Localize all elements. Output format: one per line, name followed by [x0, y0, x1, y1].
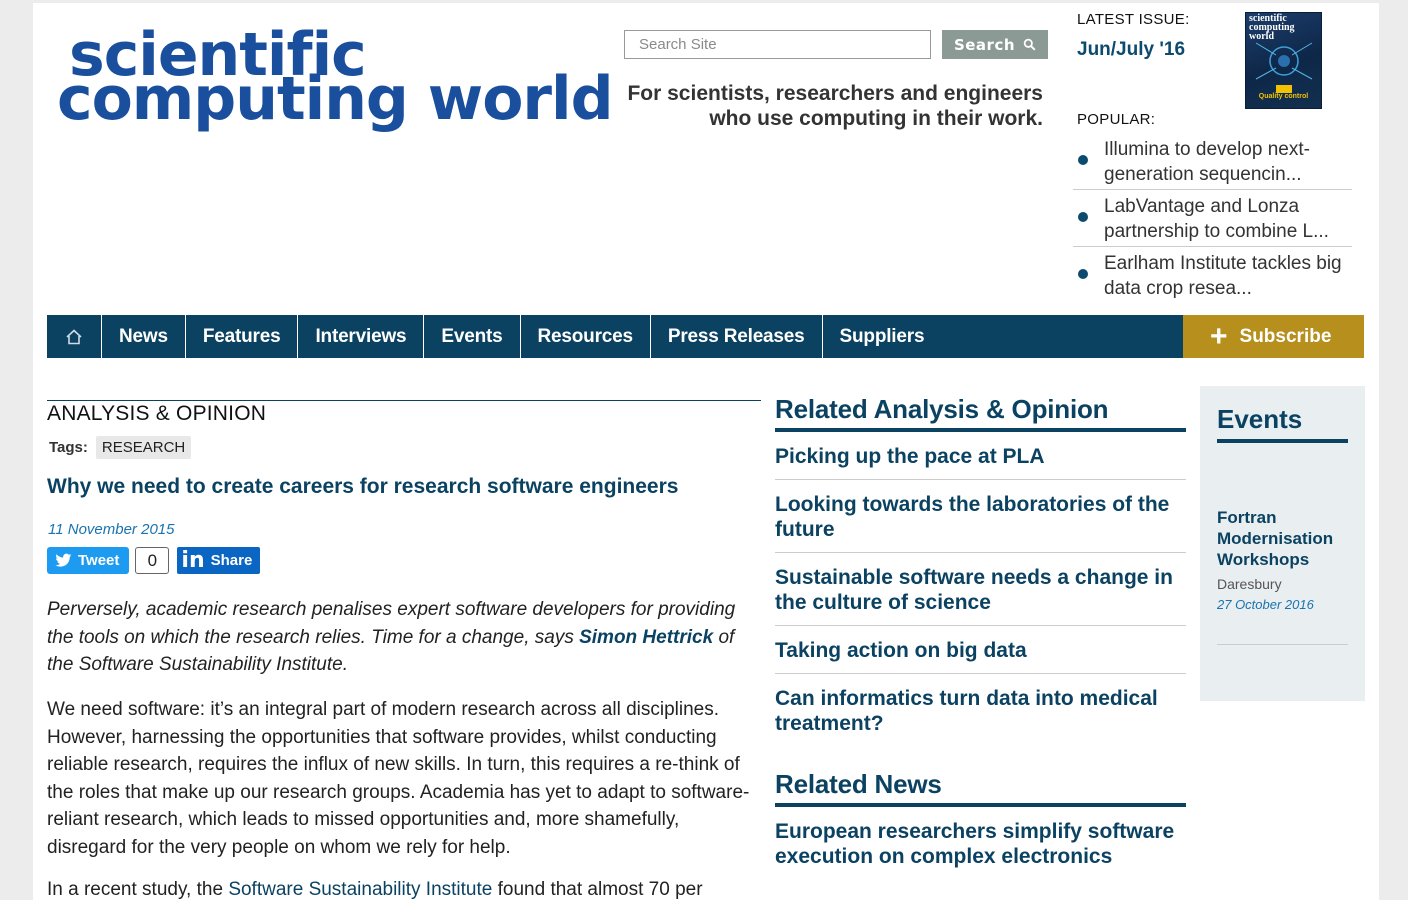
section-heading: ANALYSIS & OPINION — [47, 400, 761, 426]
paragraph-text: In a recent study, the — [47, 879, 229, 900]
home-button[interactable] — [47, 315, 102, 358]
article-paragraph: We need software: it’s an integral part … — [47, 699, 750, 858]
article-paragraph: In a recent study, the Software Sustaina… — [47, 876, 761, 900]
linkedin-icon: in — [181, 548, 205, 573]
tagline-line-1: For scientists, researchers and engineer… — [627, 82, 1043, 105]
event-location: Daresbury — [1217, 576, 1282, 592]
popular-item[interactable]: LabVantage and Lonza partnership to comb… — [1073, 190, 1352, 247]
event-date: 27 October 2016 — [1217, 597, 1348, 645]
tweet-button[interactable]: Tweet — [47, 547, 130, 574]
tweet-count: 0 — [135, 547, 170, 574]
site-logo[interactable]: scientific computing world — [57, 25, 614, 134]
related-news-list: European researchers simplify software e… — [775, 807, 1186, 879]
related-analysis-item[interactable]: Can informatics turn data into medical t… — [775, 674, 1186, 746]
related-news: Related News European researchers simpli… — [775, 769, 1186, 879]
search-input[interactable] — [624, 30, 931, 59]
related-analysis-item[interactable]: Picking up the pace at PLA — [775, 432, 1186, 480]
related-analysis-item[interactable]: Looking towards the laboratories of the … — [775, 480, 1186, 553]
cover-caption: Quality control — [1258, 93, 1309, 100]
home-icon — [66, 328, 82, 344]
related-analysis-list: Picking up the pace at PLA Looking towar… — [775, 432, 1186, 746]
tagline-line-2: who use computing in their work. — [709, 107, 1043, 130]
nav-news[interactable]: News — [102, 315, 186, 358]
search-button[interactable]: Search — [942, 30, 1048, 59]
latest-issue-link[interactable]: Jun/July '16 — [1077, 39, 1185, 61]
page: scientific computing world Search For sc… — [33, 3, 1379, 900]
tags-label: Tags: — [49, 439, 88, 456]
bullet-icon — [1078, 269, 1088, 279]
search-button-label: Search — [953, 35, 1016, 54]
related-analysis: Related Analysis & Opinion Picking up th… — [775, 394, 1186, 746]
article-standfirst: Perversely, academic research penalises … — [47, 596, 761, 679]
twitter-bird-icon — [55, 553, 72, 567]
subscribe-label: Subscribe — [1239, 325, 1332, 347]
popular-list: Illumina to develop next-generation sequ… — [1073, 133, 1352, 304]
ssi-link[interactable]: Software Sustainability Institute — [228, 879, 492, 900]
popular-item[interactable]: Illumina to develop next-generation sequ… — [1073, 133, 1352, 190]
share-buttons: Tweet 0 in Share — [47, 547, 261, 574]
related-analysis-item[interactable]: Sustainable software needs a change in t… — [775, 553, 1186, 626]
article-date: 11 November 2015 — [48, 521, 175, 538]
popular-item-text: Earlham Institute tackles big data crop … — [1104, 253, 1342, 299]
related-news-item[interactable]: European researchers simplify software e… — [775, 807, 1186, 879]
site-tagline: For scientists, researchers and engineer… — [553, 81, 1043, 131]
nav-resources[interactable]: Resources — [521, 315, 651, 358]
author-link[interactable]: Simon Hettrick — [579, 627, 713, 648]
popular-item[interactable]: Earlham Institute tackles big data crop … — [1073, 247, 1352, 304]
popular-item-text: LabVantage and Lonza partnership to comb… — [1104, 196, 1329, 242]
main-nav: News Features Interviews Events Resource… — [47, 315, 1364, 358]
bullet-icon — [1078, 155, 1088, 165]
logo-line-2: computing world — [57, 64, 614, 134]
linkedin-share-button[interactable]: in Share — [177, 547, 261, 574]
events-panel: Events Fortran Modernisation Workshops D… — [1200, 386, 1365, 701]
nav-events[interactable]: Events — [424, 315, 521, 358]
event-title[interactable]: Fortran Modernisation Workshops — [1217, 507, 1348, 570]
article-tags: Tags: RESEARCH — [49, 436, 192, 459]
events-heading: Events — [1217, 404, 1348, 443]
magazine-cover-image[interactable]: scientific computing world Quality contr… — [1245, 12, 1322, 109]
subscribe-button[interactable]: + Subscribe — [1183, 315, 1364, 358]
nav-suppliers[interactable]: Suppliers — [823, 315, 942, 358]
related-news-heading: Related News — [775, 769, 1186, 807]
plus-icon: + — [1210, 319, 1228, 353]
paragraph-text-end: found that almost 70 per — [492, 879, 703, 900]
tweet-label: Tweet — [78, 552, 120, 569]
related-analysis-item[interactable]: Taking action on big data — [775, 626, 1186, 674]
linkedin-label: Share — [210, 552, 253, 569]
article-title: Why we need to create careers for resear… — [47, 475, 679, 498]
latest-issue-label: LATEST ISSUE: — [1077, 11, 1190, 28]
popular-label: POPULAR: — [1077, 111, 1156, 128]
nav-interviews[interactable]: Interviews — [298, 315, 425, 358]
tag-research[interactable]: RESEARCH — [95, 436, 192, 459]
search-icon — [1023, 38, 1036, 51]
related-analysis-heading: Related Analysis & Opinion — [775, 394, 1186, 432]
nav-features[interactable]: Features — [186, 315, 299, 358]
popular-item-text: Illumina to develop next-generation sequ… — [1104, 139, 1310, 185]
bullet-icon — [1078, 212, 1088, 222]
nav-press-releases[interactable]: Press Releases — [651, 315, 823, 358]
section-heading-text: ANALYSIS & OPINION — [47, 402, 267, 425]
